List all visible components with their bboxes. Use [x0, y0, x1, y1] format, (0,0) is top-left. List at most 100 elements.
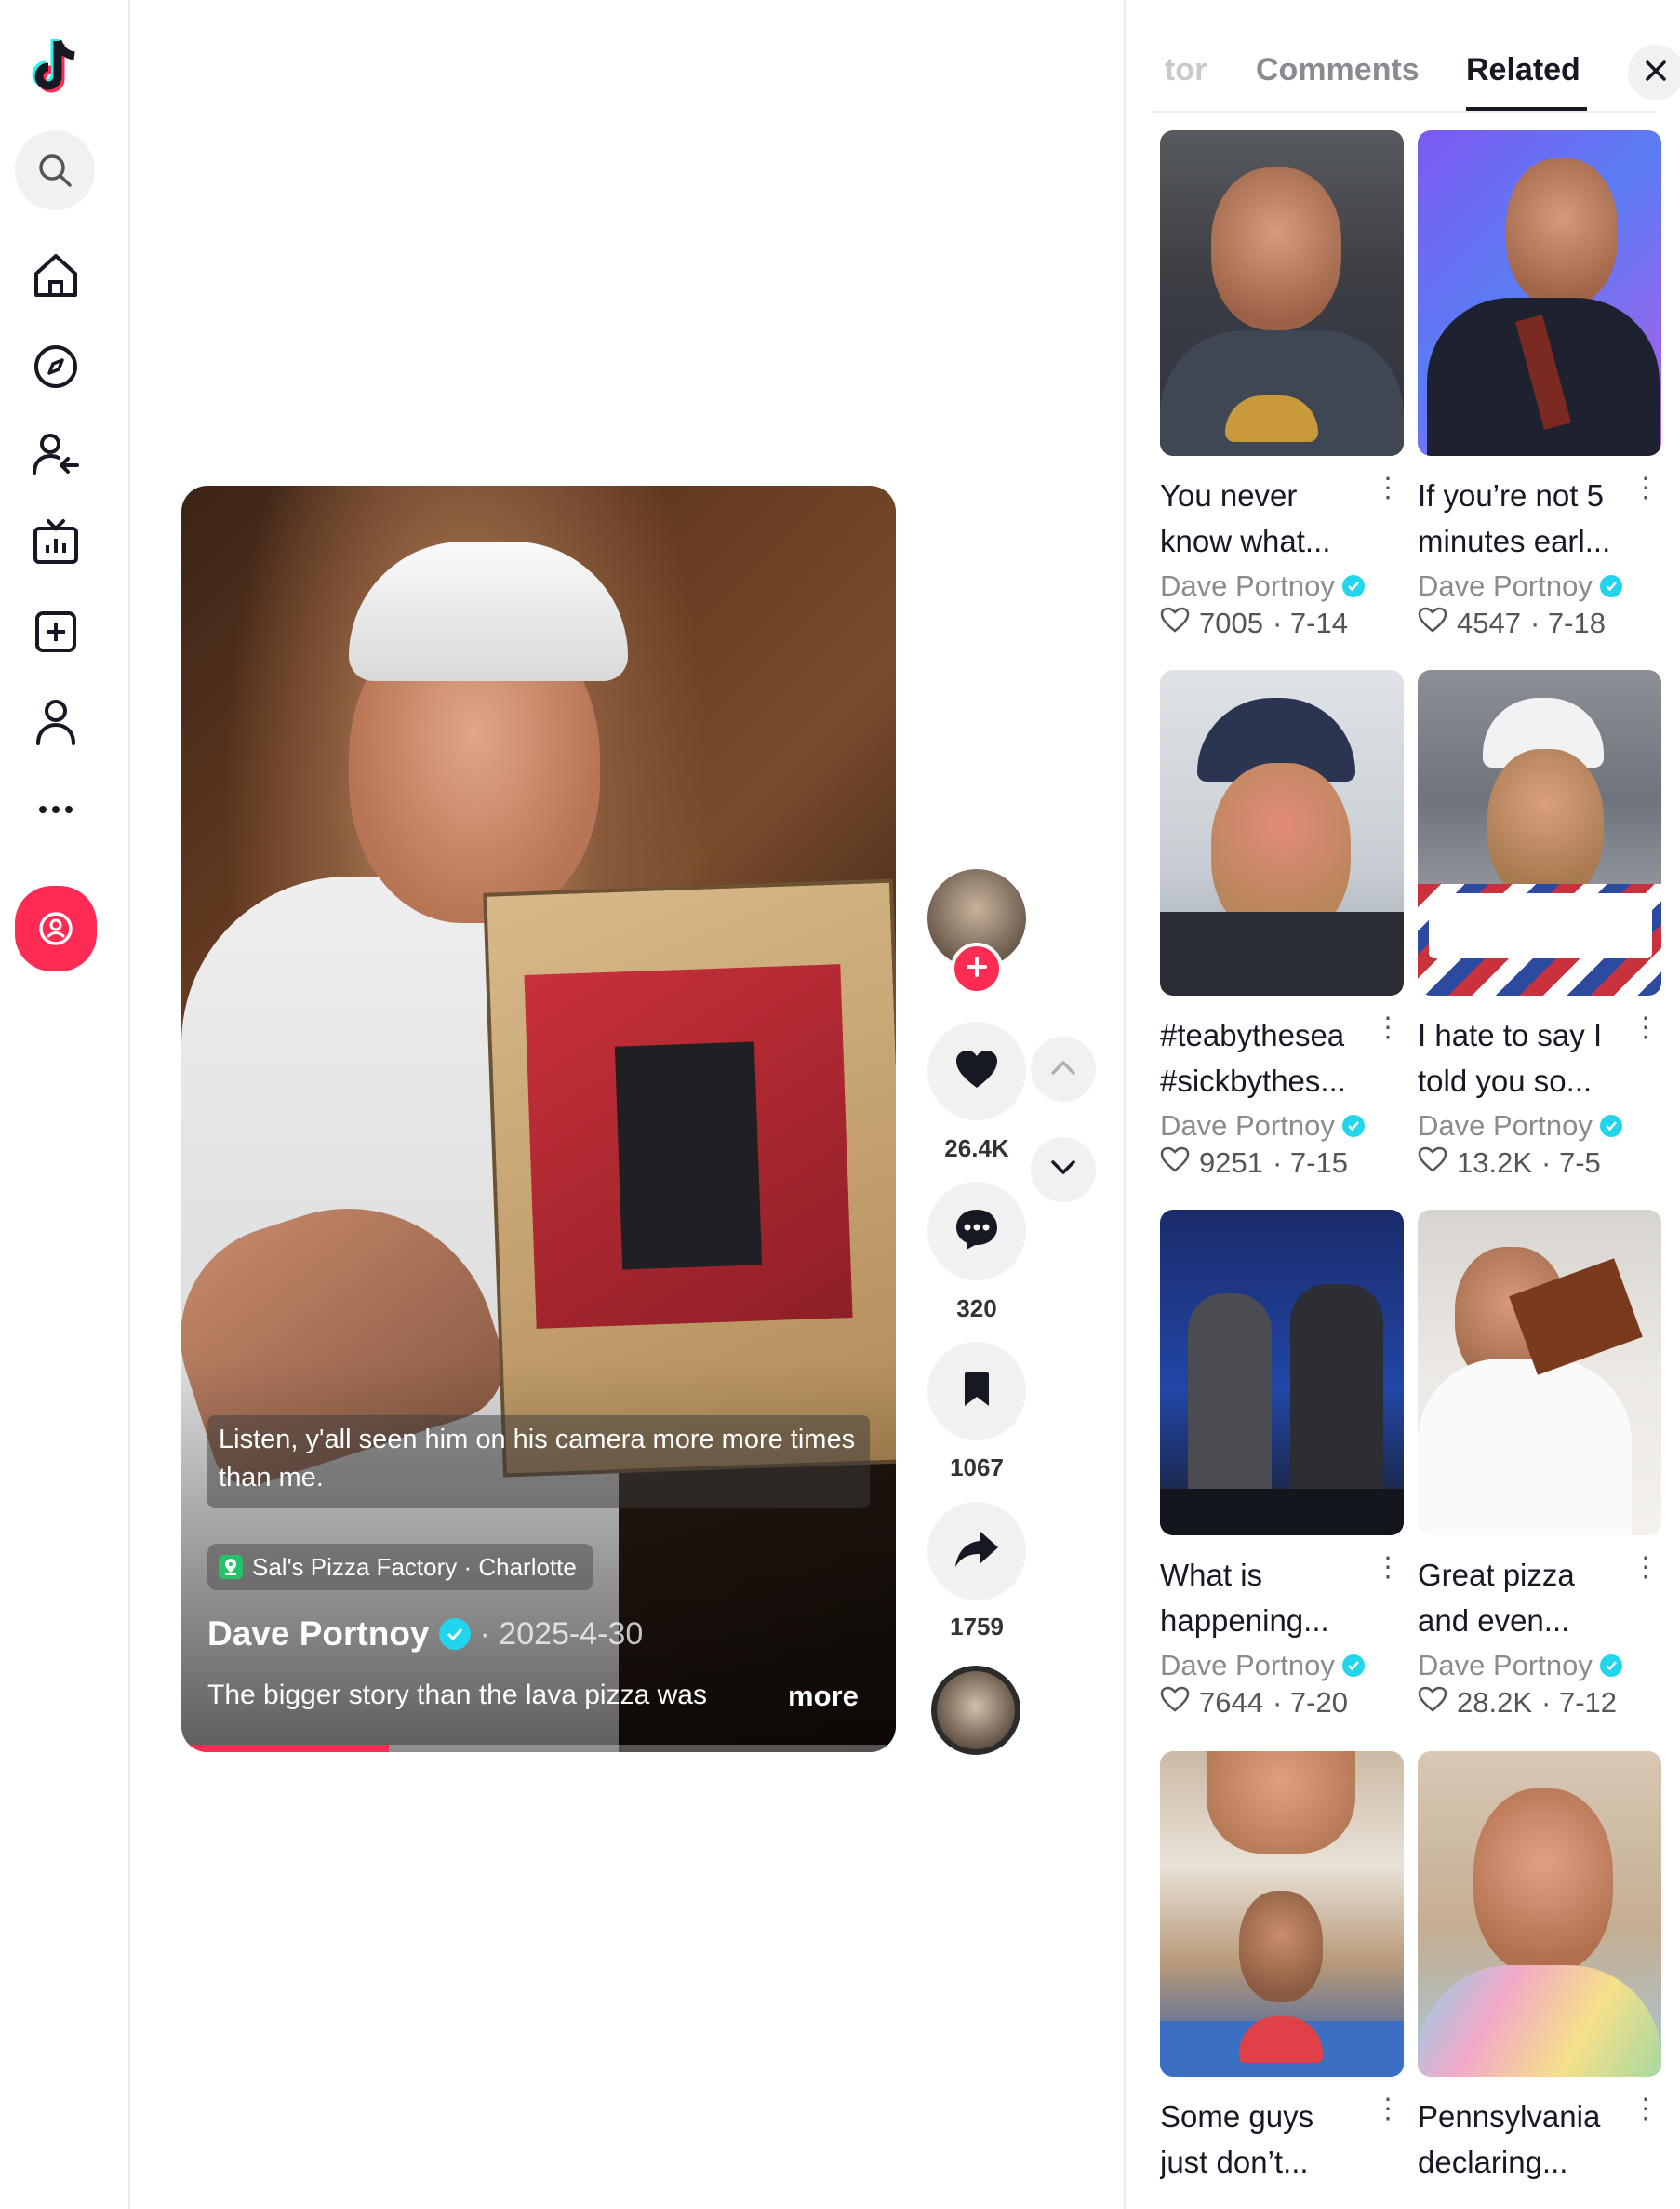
profile-icon — [33, 697, 79, 747]
comment-bubble-icon — [953, 1207, 1000, 1256]
related-video-card[interactable]: ⋮ Pennsylvania declaring... — [1418, 1751, 1661, 2185]
card-author[interactable]: Dave Portnoy — [1418, 1109, 1661, 1143]
next-video-button[interactable] — [1031, 1137, 1096, 1202]
following-icon — [31, 430, 81, 480]
nav-home[interactable] — [28, 248, 84, 303]
side-panel: tor Comments Related ⋮ You never know wha… — [1124, 0, 1680, 2209]
card-author[interactable]: Dave Portnoy — [1418, 569, 1661, 603]
more-options-icon[interactable]: ⋮ — [1374, 2095, 1402, 2123]
share-button[interactable] — [927, 1502, 1026, 1600]
more-options-icon[interactable]: ⋮ — [1632, 1014, 1660, 1042]
card-title: Some guys just don’t... — [1160, 2099, 1314, 2179]
more-options-icon[interactable]: ⋮ — [1374, 475, 1402, 502]
post-date: · 7-12 — [1541, 1686, 1617, 1719]
nav-explore[interactable] — [28, 339, 84, 395]
follow-button[interactable] — [951, 943, 1003, 995]
compass-icon — [32, 342, 80, 391]
related-video-card[interactable]: ⋮ What is happening... Dave Portnoy 7644 … — [1160, 1210, 1404, 1720]
related-video-card[interactable]: ⋮ #teabythesea #sickbythes... Dave Portno… — [1160, 670, 1404, 1180]
video-frame-box-house — [614, 1041, 763, 1270]
comment-count: 320 — [956, 1294, 997, 1322]
video-thumbnail[interactable] — [1160, 1751, 1404, 2077]
music-disc[interactable] — [931, 1666, 1020, 1755]
card-title: Great pizza and even... — [1418, 1558, 1575, 1638]
video-thumbnail[interactable] — [1418, 1210, 1661, 1535]
related-video-card[interactable]: ⋮ You never know what... Dave Portnoy 700… — [1160, 130, 1404, 640]
chevron-down-icon — [1050, 1159, 1076, 1181]
tiktok-logo[interactable] — [26, 37, 82, 99]
tab-comments[interactable]: Comments — [1256, 52, 1420, 88]
video-description: The bigger story than the lava pizza was — [207, 1680, 707, 1710]
video-thumbnail[interactable] — [1418, 130, 1661, 456]
card-title: Pennsylvania declaring... — [1418, 2099, 1601, 2179]
card-author[interactable]: Dave Portnoy — [1160, 1109, 1404, 1143]
like-button[interactable] — [927, 1022, 1026, 1120]
tab-related[interactable]: Related — [1466, 52, 1580, 88]
video-author-row: Dave Portnoy · 2025-4-30 — [207, 1614, 643, 1653]
home-icon — [31, 250, 81, 301]
nav-following[interactable] — [28, 427, 84, 483]
plus-icon — [965, 955, 989, 984]
panel-tabs: tor Comments Related — [1126, 0, 1680, 114]
description-more-button[interactable]: more — [788, 1680, 859, 1713]
heart-icon — [954, 1049, 999, 1094]
related-video-card[interactable]: ⋮ I hate to say Itold you so... Dave Por… — [1418, 670, 1661, 1180]
verified-badge-icon — [1341, 575, 1365, 597]
more-options-icon[interactable]: ⋮ — [1374, 1554, 1402, 1582]
more-options-icon[interactable]: ⋮ — [1632, 2095, 1660, 2123]
verified-badge-icon — [438, 1618, 471, 1650]
video-thumbnail[interactable] — [1160, 670, 1404, 996]
related-video-card[interactable]: ⋮ Some guys just don’t... — [1160, 1751, 1404, 2185]
comment-button[interactable] — [927, 1182, 1026, 1280]
share-count: 1759 — [950, 1613, 1004, 1640]
verified-badge-icon — [1599, 1654, 1622, 1677]
heart-outline-icon — [1160, 1146, 1190, 1180]
post-date: · 7-18 — [1529, 607, 1606, 639]
card-title: #teabythesea #sickbythes... — [1160, 1018, 1346, 1098]
save-button[interactable] — [927, 1342, 1026, 1440]
save-count: 1067 — [950, 1453, 1004, 1481]
video-author-name[interactable]: Dave Portnoy — [207, 1614, 430, 1653]
post-date: · 7-20 — [1272, 1686, 1348, 1719]
more-options-icon[interactable]: ⋮ — [1632, 475, 1660, 502]
plus-square-icon — [33, 609, 79, 655]
location-tag[interactable]: Sal's Pizza Factory · Charlotte — [207, 1544, 593, 1590]
heart-outline-icon — [1418, 1146, 1447, 1180]
close-panel-button[interactable] — [1628, 45, 1680, 100]
heart-outline-icon — [1160, 607, 1190, 640]
video-player[interactable]: Listen, y'all seen him on his camera mor… — [181, 486, 896, 1752]
tabs-divider — [1153, 111, 1656, 113]
related-video-card[interactable]: ⋮ Great pizza and even... Dave Portnoy 28… — [1418, 1210, 1661, 1720]
nav-live[interactable] — [28, 515, 84, 570]
nav-upload[interactable] — [28, 604, 84, 660]
card-author[interactable]: Dave Portnoy — [1160, 569, 1404, 603]
like-count: 7644 — [1199, 1686, 1263, 1719]
tab-creator[interactable]: tor — [1165, 52, 1207, 88]
card-title: I hate to say Itold you so... — [1418, 1018, 1603, 1098]
video-thumbnail[interactable] — [1160, 130, 1404, 456]
more-options-icon[interactable]: ⋮ — [1374, 1014, 1402, 1042]
nav-more[interactable] — [28, 782, 84, 837]
video-thumbnail[interactable] — [1160, 1210, 1404, 1535]
more-options-icon[interactable]: ⋮ — [1632, 1554, 1660, 1582]
heart-outline-icon — [1418, 607, 1447, 640]
card-stats: 9251 · 7-15 — [1160, 1146, 1404, 1180]
card-stats: 7644 · 7-20 — [1160, 1686, 1404, 1720]
chevron-up-icon — [1050, 1059, 1076, 1080]
video-caption: Listen, y'all seen him on his camera mor… — [207, 1415, 870, 1508]
card-stats: 4547 · 7-18 — [1418, 607, 1661, 640]
post-date: · 7-15 — [1272, 1146, 1348, 1179]
card-stats: 13.2K · 7-5 — [1418, 1146, 1661, 1180]
card-stats: 28.2K · 7-12 — [1418, 1686, 1661, 1720]
card-author[interactable]: Dave Portnoy — [1418, 1649, 1661, 1682]
search-button[interactable] — [15, 130, 95, 210]
related-video-card[interactable]: ⋮ If you’re not 5 minutes earl... Dave Po… — [1418, 130, 1661, 640]
card-author[interactable]: Dave Portnoy — [1160, 1649, 1404, 1682]
location-pin-icon — [219, 1555, 243, 1579]
video-thumbnail[interactable] — [1418, 670, 1661, 996]
previous-video-button[interactable] — [1031, 1037, 1096, 1102]
login-avatar-button[interactable] — [15, 886, 97, 971]
video-thumbnail[interactable] — [1418, 1751, 1661, 2077]
like-count: 9251 — [1199, 1146, 1263, 1179]
nav-profile[interactable] — [28, 694, 84, 750]
